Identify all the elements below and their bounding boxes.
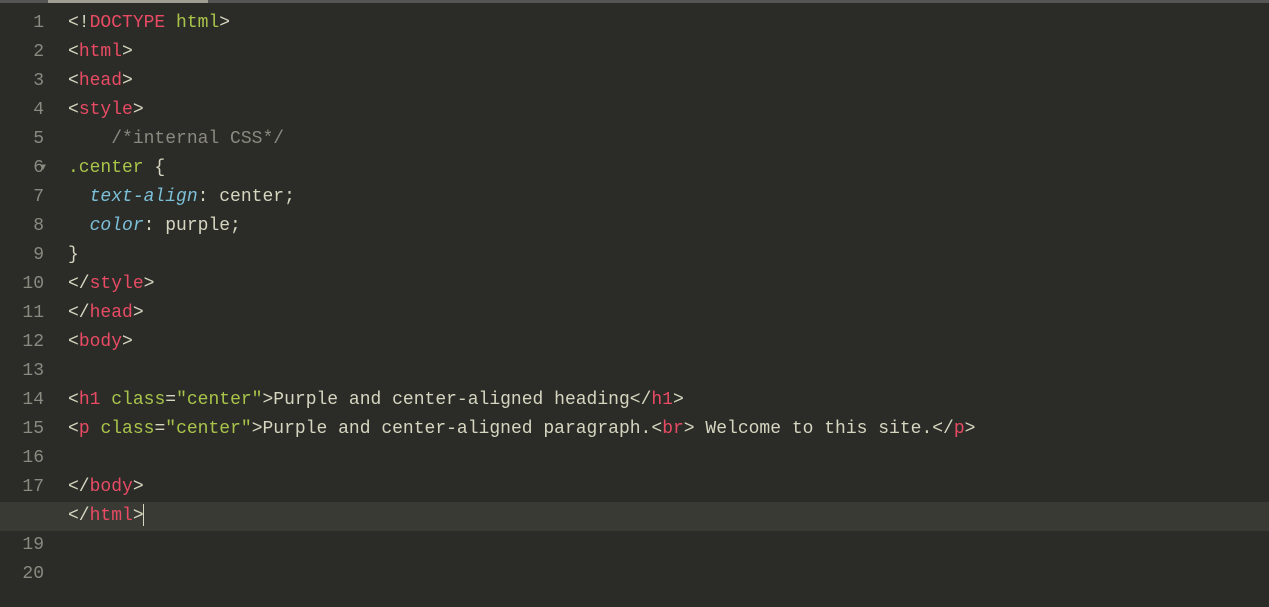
- code-line[interactable]: <p class="center">Purple and center-alig…: [68, 415, 1269, 444]
- line-number: 7: [0, 183, 44, 212]
- code-line[interactable]: color: purple;: [68, 212, 1269, 241]
- line-number: 15: [0, 415, 44, 444]
- code-line[interactable]: }: [68, 241, 1269, 270]
- code-line[interactable]: <style>: [68, 96, 1269, 125]
- fold-toggle-icon[interactable]: ▼: [40, 154, 46, 183]
- line-number: 13: [0, 357, 44, 386]
- line-number: 12: [0, 328, 44, 357]
- code-line-active[interactable]: </html>: [68, 502, 1269, 531]
- line-number: 1: [0, 9, 44, 38]
- line-number: 6▼: [0, 154, 44, 183]
- code-line[interactable]: [68, 531, 1269, 560]
- line-number: 19: [0, 531, 44, 560]
- code-line[interactable]: <body>: [68, 328, 1269, 357]
- line-number: 9: [0, 241, 44, 270]
- code-line[interactable]: </style>: [68, 270, 1269, 299]
- code-line[interactable]: </body>: [68, 473, 1269, 502]
- line-number: 20: [0, 560, 44, 589]
- code-line[interactable]: <head>: [68, 67, 1269, 96]
- code-area[interactable]: <!DOCTYPE html> <html> <head> <style> /*…: [56, 9, 1269, 607]
- code-line[interactable]: <html>: [68, 38, 1269, 67]
- code-line[interactable]: [68, 560, 1269, 589]
- line-number: 14: [0, 386, 44, 415]
- code-line[interactable]: [68, 357, 1269, 386]
- line-number: 10: [0, 270, 44, 299]
- line-number: 3: [0, 67, 44, 96]
- text-cursor: [143, 504, 144, 526]
- line-number: 5: [0, 125, 44, 154]
- line-number: 17: [0, 473, 44, 502]
- line-number: 2: [0, 38, 44, 67]
- code-line[interactable]: </head>: [68, 299, 1269, 328]
- code-editor[interactable]: 1 2 3 4 5 6▼ 7 8 9 10 11 12 13 14 15 16 …: [0, 0, 1269, 607]
- line-number: 4: [0, 96, 44, 125]
- code-line[interactable]: <!DOCTYPE html>: [68, 9, 1269, 38]
- code-line[interactable]: text-align: center;: [68, 183, 1269, 212]
- code-line[interactable]: .center {: [68, 154, 1269, 183]
- code-line[interactable]: <h1 class="center">Purple and center-ali…: [68, 386, 1269, 415]
- line-number: 16: [0, 444, 44, 473]
- code-line[interactable]: /*internal CSS*/: [68, 125, 1269, 154]
- code-line[interactable]: [68, 444, 1269, 473]
- line-number: 11: [0, 299, 44, 328]
- line-number: 8: [0, 212, 44, 241]
- active-tab-indicator: [48, 0, 208, 3]
